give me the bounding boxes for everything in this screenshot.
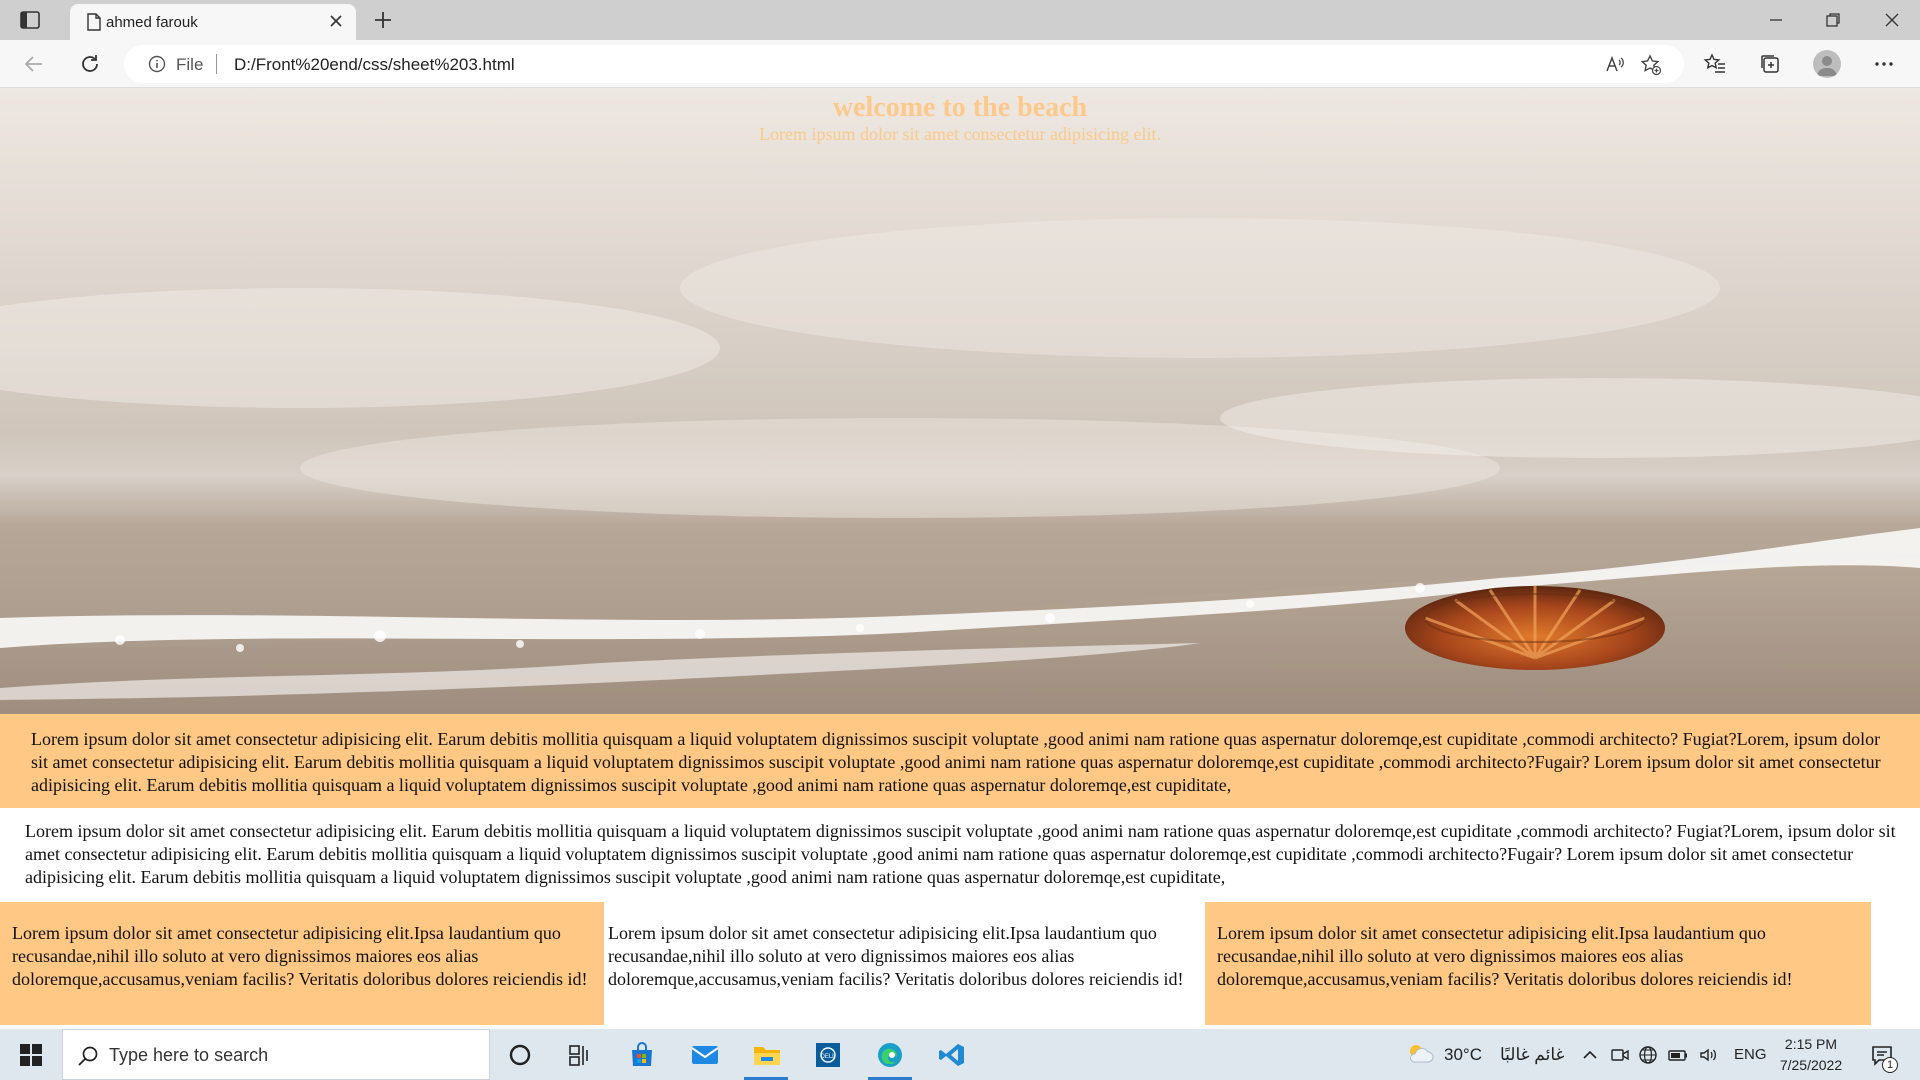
column-3: Lorem ipsum dolor sit amet consectetur a… (1205, 902, 1871, 1025)
seashell (1405, 586, 1665, 670)
search-placeholder: Type here to search (109, 1045, 269, 1065)
refresh-icon[interactable] (78, 52, 102, 76)
url-text[interactable]: D:/Front%20end/css/sheet%203.html (234, 55, 515, 75)
read-aloud-icon[interactable] (1604, 54, 1626, 76)
address-divider (216, 54, 217, 74)
hero-subtitle: Lorem ipsum dolor sit amet consectetur a… (759, 124, 1161, 144)
dell-app-icon[interactable]: DELL (798, 1029, 858, 1080)
task-view-icon[interactable] (550, 1029, 610, 1080)
close-window-icon[interactable] (1882, 10, 1902, 30)
tab-actions-icon[interactable] (18, 9, 42, 31)
hero-section: welcome to the beach Lorem ipsum dolor s… (0, 88, 1920, 714)
edge-browser-icon[interactable] (860, 1029, 920, 1080)
scheme-label: File (176, 55, 204, 74)
network-globe-icon[interactable] (1638, 1045, 1658, 1065)
paragraph-orange: Lorem ipsum dolor sit amet consectetur a… (0, 714, 1920, 808)
new-tab-icon[interactable] (372, 9, 394, 31)
column-2: Lorem ipsum dolor sit amet consectetur a… (604, 902, 1205, 1025)
tab-title: ahmed farouk (106, 14, 198, 31)
more-options-icon[interactable] (1872, 52, 1896, 76)
info-icon[interactable] (148, 55, 166, 73)
notification-count-badge: 1 (1882, 1057, 1898, 1073)
search-icon (77, 1045, 99, 1067)
vscode-icon[interactable] (922, 1029, 982, 1080)
column-text: Lorem ipsum dolor sit amet consectetur a… (12, 923, 588, 989)
taskbar-search[interactable]: Type here to search (62, 1029, 490, 1080)
weather-temperature[interactable]: 30°C (1444, 1045, 1482, 1065)
hero-title: welcome to the beach (832, 92, 1088, 123)
volume-icon[interactable] (1698, 1045, 1718, 1065)
back-arrow-icon[interactable] (22, 52, 46, 76)
beach-image (0, 218, 1920, 714)
mail-icon[interactable] (674, 1029, 734, 1080)
weather-cloudy-icon[interactable] (1406, 1042, 1434, 1066)
page-icon (86, 13, 102, 31)
browser-tab-bar: ahmed farouk (0, 0, 1920, 40)
minimize-icon[interactable] (1766, 10, 1786, 30)
chevron-up-icon[interactable] (1580, 1045, 1600, 1065)
microsoft-store-icon[interactable] (612, 1029, 672, 1080)
cortana-icon[interactable] (490, 1029, 550, 1080)
svg-text:DELL: DELL (820, 1054, 836, 1060)
taskbar: Type here to search DELL 30°C غائم غالبً… (0, 1029, 1920, 1080)
page-viewport: welcome to the beach Lorem ipsum dolor s… (0, 88, 1920, 1029)
meet-now-icon[interactable] (1610, 1045, 1630, 1065)
column-1: Lorem ipsum dolor sit amet consectetur a… (0, 902, 604, 1025)
windows-start-icon[interactable] (20, 1044, 42, 1066)
clock-date[interactable]: 7/25/2022 (1772, 1057, 1850, 1073)
paragraph-white: Lorem ipsum dolor sit amet consectetur a… (0, 820, 1920, 910)
file-explorer-icon[interactable] (736, 1029, 796, 1080)
close-tab-icon[interactable] (328, 13, 344, 29)
favorites-icon[interactable] (1703, 52, 1727, 76)
column-text: Lorem ipsum dolor sit amet consectetur a… (608, 923, 1184, 989)
restore-icon[interactable] (1823, 10, 1843, 30)
address-bar[interactable]: File D:/Front%20end/css/sheet%203.html (124, 45, 1684, 83)
browser-toolbar: File D:/Front%20end/css/sheet%203.html (0, 40, 1920, 88)
column-text: Lorem ipsum dolor sit amet consectetur a… (1217, 923, 1793, 989)
paragraph-text: Lorem ipsum dolor sit amet consectetur a… (31, 729, 1881, 795)
add-favorite-icon[interactable] (1640, 54, 1662, 76)
collections-icon[interactable] (1758, 52, 1782, 76)
input-language[interactable]: ENG (1734, 1046, 1767, 1063)
weather-condition[interactable]: غائم غالبًا (1500, 1045, 1564, 1065)
browser-tab[interactable]: ahmed farouk (70, 4, 356, 40)
profile-avatar[interactable] (1813, 50, 1841, 78)
battery-icon[interactable] (1668, 1045, 1688, 1065)
clock-time[interactable]: 2:15 PM (1776, 1036, 1846, 1052)
paragraph-text: Lorem ipsum dolor sit amet consectetur a… (25, 821, 1896, 887)
